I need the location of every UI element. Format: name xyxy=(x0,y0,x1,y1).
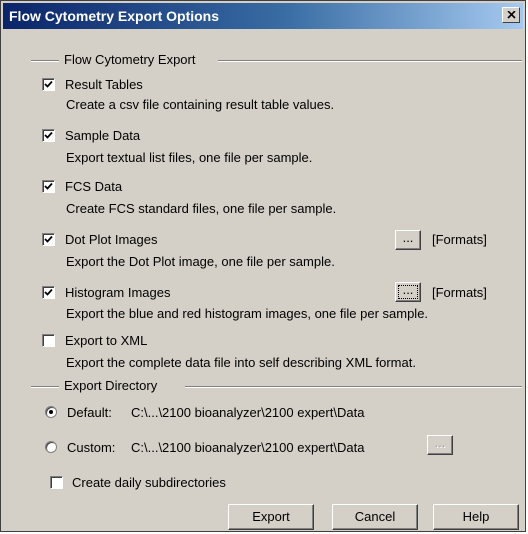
export-button[interactable]: Export xyxy=(228,504,314,530)
histogram-images-label[interactable]: Histogram Images xyxy=(65,285,170,300)
title-bar[interactable]: Flow Cytometry Export Options xyxy=(3,3,523,29)
check-icon xyxy=(44,182,53,190)
custom-directory-radio[interactable] xyxy=(45,441,57,453)
sample-data-checkbox[interactable] xyxy=(42,129,55,142)
histogram-formats-label[interactable]: [Formats] xyxy=(432,285,487,300)
window-title: Flow Cytometry Export Options xyxy=(9,8,220,24)
fcs-data-description: Create FCS standard files, one file per … xyxy=(66,201,337,216)
fcs-data-checkbox[interactable] xyxy=(42,180,55,193)
export-xml-description: Export the complete data file into self … xyxy=(66,355,416,370)
check-icon xyxy=(44,288,53,296)
histogram-formats-browse-button[interactable]: ... xyxy=(395,282,421,302)
group-divider xyxy=(185,386,522,388)
default-directory-path: C:\...\2100 bioanalyzer\2100 expert\Data xyxy=(131,405,365,420)
custom-directory-label[interactable]: Custom: xyxy=(67,440,115,455)
dot-plot-images-description: Export the Dot Plot image, one file per … xyxy=(66,254,335,269)
help-button[interactable]: Help xyxy=(433,504,519,530)
default-directory-radio[interactable] xyxy=(45,406,57,418)
group-divider xyxy=(31,386,59,388)
daily-subdirectories-label[interactable]: Create daily subdirectories xyxy=(72,475,226,490)
check-icon xyxy=(44,131,53,139)
export-group-label: Flow Cytometry Export xyxy=(64,52,196,67)
histogram-images-checkbox[interactable] xyxy=(42,286,55,299)
export-xml-label[interactable]: Export to XML xyxy=(65,333,147,348)
sample-data-label[interactable]: Sample Data xyxy=(65,128,140,143)
dot-plot-images-checkbox[interactable] xyxy=(42,233,55,246)
result-tables-description: Create a csv file containing result tabl… xyxy=(66,97,335,112)
close-icon xyxy=(507,11,516,19)
check-icon xyxy=(44,80,53,88)
default-directory-label[interactable]: Default: xyxy=(67,405,112,420)
group-divider xyxy=(31,60,59,62)
dot-plot-formats-browse-button[interactable]: ... xyxy=(395,230,421,250)
sample-data-description: Export textual list files, one file per … xyxy=(66,150,313,165)
cancel-button[interactable]: Cancel xyxy=(332,504,418,530)
export-options-dialog: Flow Cytometry Export Options Flow Cytom… xyxy=(0,0,526,532)
daily-subdirectories-checkbox[interactable] xyxy=(50,476,63,489)
custom-directory-browse-button[interactable]: ... xyxy=(427,435,453,455)
result-tables-label[interactable]: Result Tables xyxy=(65,77,143,92)
custom-directory-path: C:\...\2100 bioanalyzer\2100 expert\Data xyxy=(131,440,365,455)
close-button[interactable] xyxy=(502,7,520,23)
histogram-images-description: Export the blue and red histogram images… xyxy=(66,306,429,321)
radio-selected-dot xyxy=(49,410,53,414)
dot-plot-formats-label[interactable]: [Formats] xyxy=(432,232,487,247)
dot-plot-images-label[interactable]: Dot Plot Images xyxy=(65,232,158,247)
export-xml-checkbox[interactable] xyxy=(42,334,55,347)
result-tables-checkbox[interactable] xyxy=(42,78,55,91)
export-directory-group-label: Export Directory xyxy=(64,378,158,393)
fcs-data-label[interactable]: FCS Data xyxy=(65,179,122,194)
check-icon xyxy=(44,235,53,243)
group-divider xyxy=(218,60,522,62)
